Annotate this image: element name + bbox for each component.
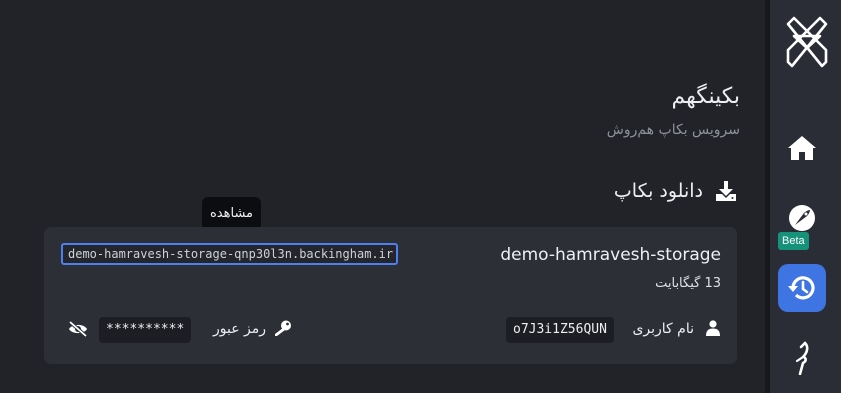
main-content: بکینگهم سرویس بکاپ هم‌روش دانلود بکاپ مش… bbox=[0, 0, 765, 393]
sidebar-item-history[interactable] bbox=[778, 264, 826, 312]
rocket-icon bbox=[789, 205, 815, 231]
password-label: رمز عبور bbox=[213, 321, 267, 337]
history-icon bbox=[788, 276, 815, 300]
page-subtitle: سرویس بکاپ هم‌روش bbox=[606, 122, 740, 138]
sidebar-item-feather[interactable] bbox=[778, 334, 826, 382]
logo-icon bbox=[786, 16, 828, 68]
home-icon bbox=[788, 136, 816, 160]
backup-url-field[interactable]: demo-hamravesh-storage-qnp30l3n.backingh… bbox=[61, 243, 398, 265]
section-title: دانلود بکاپ bbox=[613, 180, 703, 202]
page-title: بکینگهم bbox=[671, 84, 740, 109]
sidebar: Beta bbox=[770, 0, 841, 393]
view-tooltip: مشاهده bbox=[202, 197, 262, 236]
username-label: نام کاربری bbox=[632, 321, 694, 337]
sidebar-item-home[interactable] bbox=[778, 124, 826, 172]
eye-slash-icon[interactable] bbox=[68, 321, 88, 337]
beta-badge: Beta bbox=[778, 232, 809, 250]
section-header: دانلود بکاپ bbox=[614, 180, 737, 202]
backup-size: 13 گیگابایت bbox=[655, 276, 721, 291]
bucket-name: demo-hamravesh-storage bbox=[500, 245, 721, 265]
user-icon bbox=[706, 320, 720, 336]
key-icon bbox=[275, 320, 291, 336]
username-value[interactable]: o7J3i1Z56QUN bbox=[506, 317, 614, 343]
feather-icon bbox=[795, 341, 809, 375]
password-value[interactable]: ********** bbox=[99, 317, 192, 343]
backup-card: demo-hamravesh-storage-qnp30l3n.backingh… bbox=[44, 227, 737, 364]
download-icon bbox=[716, 181, 736, 201]
